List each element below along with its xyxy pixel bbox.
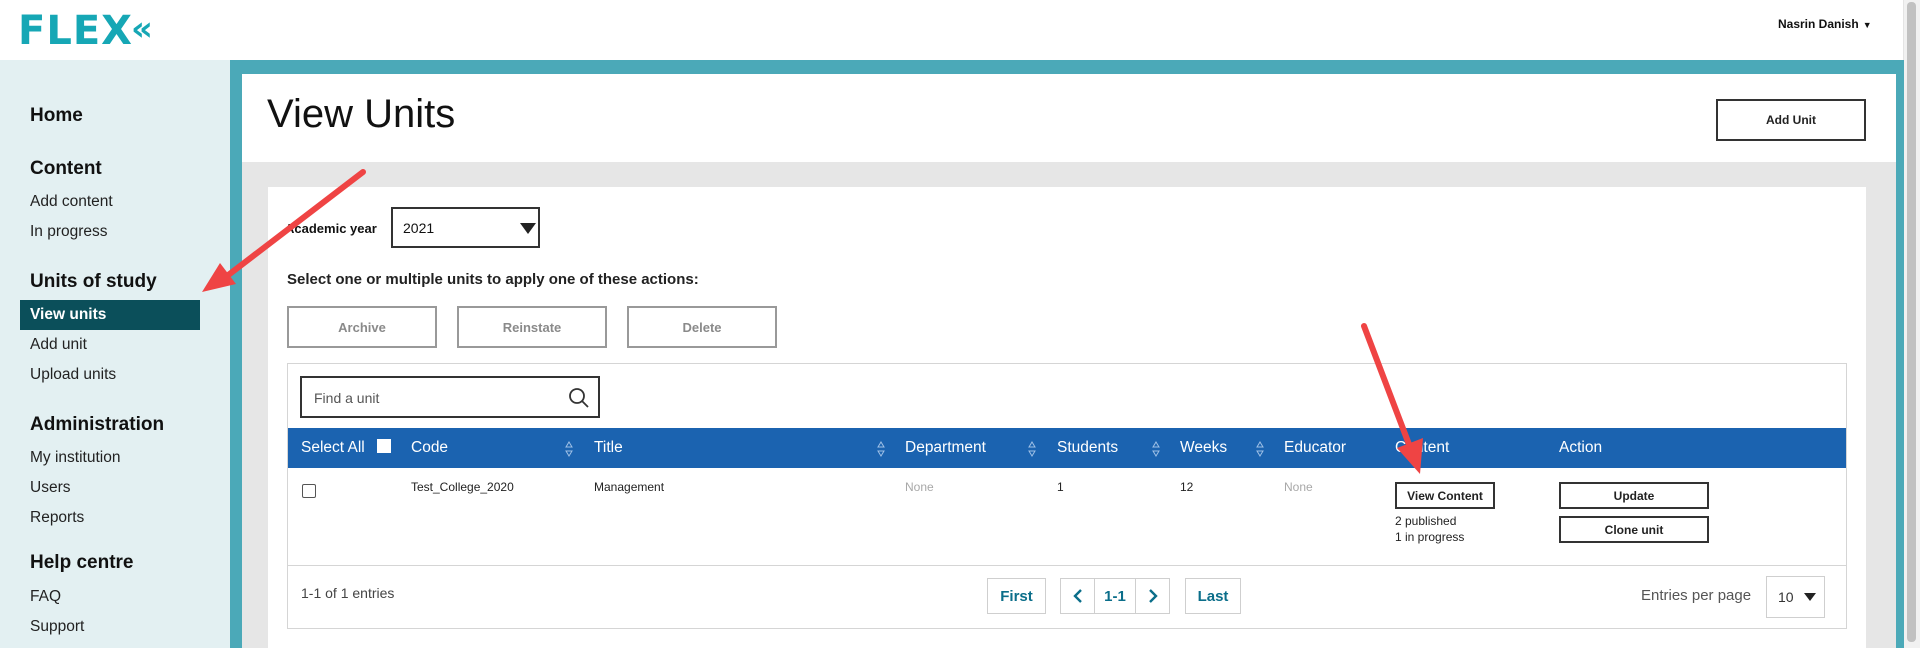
page-title: View Units bbox=[267, 92, 456, 136]
scrollbar-thumb[interactable] bbox=[1907, 2, 1916, 642]
sidebar-item-support[interactable]: Support bbox=[30, 618, 84, 636]
flex-logo[interactable]: FLEX« bbox=[18, 8, 154, 54]
sidebar-heading-help: Help centre bbox=[30, 552, 134, 573]
sidebar-item-in-progress[interactable]: In progress bbox=[30, 223, 108, 241]
reinstate-button[interactable]: Reinstate bbox=[457, 306, 607, 348]
cell-title: Management bbox=[594, 480, 665, 494]
title-bar bbox=[242, 74, 1896, 162]
sort-icon[interactable] bbox=[877, 440, 885, 458]
header-educator[interactable]: Educator bbox=[1284, 439, 1346, 457]
header-content: Content bbox=[1395, 439, 1450, 456]
pagination-first-button[interactable]: First bbox=[987, 578, 1046, 614]
sidebar-heading-content: Content bbox=[30, 158, 102, 179]
search-icon[interactable] bbox=[568, 387, 590, 409]
sidebar-item-faq[interactable]: FAQ bbox=[30, 588, 61, 606]
header-department[interactable]: Department bbox=[905, 439, 986, 457]
sidebar-item-my-institution[interactable]: My institution bbox=[30, 449, 120, 467]
sidebar-item-view-units[interactable]: View units bbox=[20, 300, 200, 330]
header-students[interactable]: Students bbox=[1057, 439, 1118, 457]
entries-info: 1-1 of 1 entries bbox=[301, 585, 395, 601]
cell-weeks: 12 bbox=[1180, 480, 1194, 494]
sort-icon[interactable] bbox=[1028, 440, 1036, 458]
caret-down-icon: ▼ bbox=[1862, 20, 1872, 30]
cell-department: None bbox=[905, 480, 934, 494]
search-input[interactable]: Find a unit bbox=[300, 376, 600, 418]
search-placeholder: Find a unit bbox=[314, 390, 380, 406]
published-count: 2 published bbox=[1395, 514, 1457, 528]
add-unit-button[interactable]: Add Unit bbox=[1716, 99, 1866, 141]
header-action: Action bbox=[1559, 439, 1603, 456]
cell-code: Test_College_2020 bbox=[411, 480, 514, 494]
bulk-action-instructions: Select one or multiple units to apply on… bbox=[287, 271, 699, 288]
clone-unit-button[interactable]: Clone unit bbox=[1559, 516, 1709, 543]
header-select-all[interactable]: Select All bbox=[301, 439, 365, 457]
select-all-checkbox[interactable] bbox=[377, 439, 391, 453]
chevron-left-icon bbox=[1072, 589, 1082, 603]
sidebar-item-reports[interactable]: Reports bbox=[30, 509, 84, 527]
view-content-button[interactable]: View Content bbox=[1395, 482, 1495, 509]
vertical-scrollbar[interactable] bbox=[1903, 0, 1920, 648]
cell-educator: None bbox=[1284, 480, 1313, 494]
sidebar-heading-administration: Administration bbox=[30, 414, 165, 435]
sidebar-heading-units: Units of study bbox=[30, 271, 157, 292]
in-progress-count: 1 in progress bbox=[1395, 530, 1465, 544]
pagination-last-button[interactable]: Last bbox=[1185, 578, 1241, 614]
academic-year-select[interactable]: 2021 bbox=[391, 207, 540, 248]
user-name: Nasrin Danish bbox=[1778, 17, 1859, 31]
pagination-next-button[interactable] bbox=[1135, 578, 1170, 614]
dropdown-arrow-icon bbox=[520, 223, 536, 234]
top-bar: FLEX« Nasrin Danish ▼ bbox=[0, 0, 1900, 60]
chevron-right-icon bbox=[1148, 589, 1158, 603]
academic-year-label: Academic year bbox=[285, 221, 377, 236]
table-divider bbox=[288, 565, 1846, 566]
header-code[interactable]: Code bbox=[411, 439, 448, 457]
sort-icon[interactable] bbox=[1152, 440, 1160, 458]
header-title[interactable]: Title bbox=[594, 439, 623, 457]
sort-icon[interactable] bbox=[1256, 440, 1264, 458]
header-weeks[interactable]: Weeks bbox=[1180, 439, 1227, 457]
pagination-prev-button[interactable] bbox=[1060, 578, 1095, 614]
entries-per-page-label: Entries per page bbox=[1641, 587, 1752, 604]
update-button[interactable]: Update bbox=[1559, 482, 1709, 509]
sidebar-item-add-unit[interactable]: Add unit bbox=[30, 336, 87, 354]
row-checkbox[interactable] bbox=[302, 484, 316, 498]
sidebar-item-home[interactable]: Home bbox=[30, 105, 83, 127]
dropdown-arrow-icon bbox=[1804, 593, 1816, 601]
sidebar-item-upload-units[interactable]: Upload units bbox=[30, 366, 116, 384]
logo-chevron-icon: « bbox=[130, 9, 154, 49]
cell-students: 1 bbox=[1057, 480, 1064, 494]
user-menu[interactable]: Nasrin Danish ▼ bbox=[1778, 17, 1872, 31]
sort-icon[interactable] bbox=[565, 440, 573, 458]
entries-per-page-select[interactable]: 10 bbox=[1766, 576, 1825, 618]
academic-year-value: 2021 bbox=[403, 220, 435, 236]
archive-button[interactable]: Archive bbox=[287, 306, 437, 348]
sidebar-item-add-content[interactable]: Add content bbox=[30, 193, 113, 211]
delete-button[interactable]: Delete bbox=[627, 306, 777, 348]
pagination-current-page[interactable]: 1-1 bbox=[1094, 578, 1136, 614]
sidebar-item-users[interactable]: Users bbox=[30, 479, 70, 497]
entries-per-page-value: 10 bbox=[1778, 589, 1794, 605]
